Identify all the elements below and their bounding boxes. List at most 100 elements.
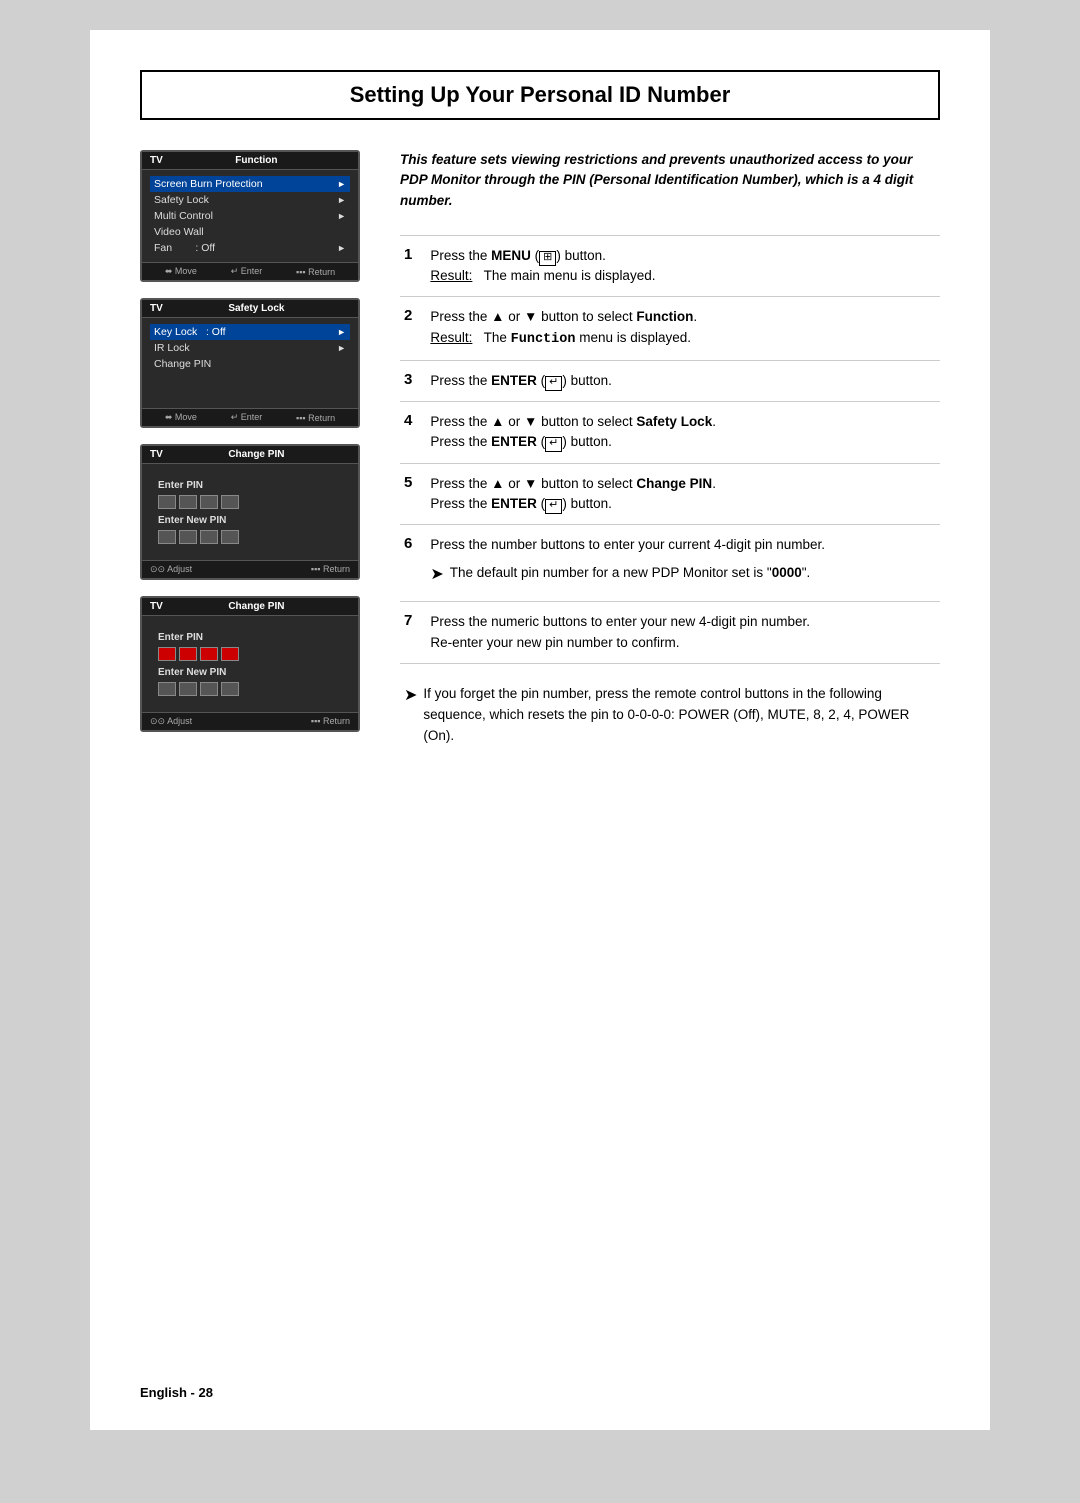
tv-screen-4: TV Change PIN Enter PIN	[140, 596, 360, 732]
tv-menu-item: Fan : Off►	[150, 240, 350, 256]
content-area: TV Function Screen Burn Protection► Safe…	[140, 150, 940, 747]
tv-screen-3: TV Change PIN Enter PIN	[140, 444, 360, 580]
pin-box	[179, 495, 197, 509]
pin-box-filled	[221, 647, 239, 661]
tv-label-2: TV	[150, 303, 163, 314]
page-title: Setting Up Your Personal ID Number	[140, 70, 940, 120]
tv-menu-item: Video Wall	[150, 224, 350, 240]
pin-box	[158, 682, 176, 696]
enter-icon: ↵	[545, 376, 562, 391]
pin-box-filled	[158, 647, 176, 661]
tv-footer-3: ⊙⊙ Adjust ▪▪▪ Return	[142, 560, 358, 578]
tv-menu-item: Key Lock : Off►	[150, 324, 350, 340]
left-panel: TV Function Screen Burn Protection► Safe…	[140, 150, 370, 747]
pin-section-new-filled: Enter New PIN	[158, 667, 342, 696]
right-panel: This feature sets viewing restrictions a…	[400, 150, 940, 747]
tv-title-4: Change PIN	[228, 601, 284, 612]
pin-label-new: Enter New PIN	[158, 515, 342, 526]
pin-box-filled	[200, 647, 218, 661]
step-row-6: 6 Press the number buttons to enter your…	[400, 525, 940, 602]
result-label-2: Result:	[430, 330, 472, 345]
pin-row-new-filled	[158, 682, 342, 696]
tv-menu-item: Screen Burn Protection►	[150, 176, 350, 192]
tv-body-1: Screen Burn Protection► Safety Lock► Mul…	[142, 170, 358, 262]
menu-icon: ⊞	[539, 251, 556, 266]
note-block-6: ➤ The default pin number for a new PDP M…	[430, 563, 934, 587]
step-content-1: Press the MENU (⊞) button. Result: The m…	[424, 235, 940, 297]
step-num-4: 4	[400, 402, 424, 464]
enter-icon-5: ↵	[545, 499, 562, 514]
pin-box	[158, 495, 176, 509]
pin-section-enter: Enter PIN	[158, 480, 342, 509]
pin-section-new: Enter New PIN	[158, 515, 342, 544]
step-num-2: 2	[400, 297, 424, 361]
result-label-1: Result:	[430, 268, 472, 283]
tv-header-3: TV Change PIN	[142, 446, 358, 464]
tv-body-4: Enter PIN Enter New PIN	[142, 616, 358, 712]
pin-box	[221, 495, 239, 509]
tv-header-4: TV Change PIN	[142, 598, 358, 616]
step-num-6: 6	[400, 525, 424, 602]
tv-footer-4: ⊙⊙ Adjust ▪▪▪ Return	[142, 712, 358, 730]
note-text-6: The default pin number for a new PDP Mon…	[450, 563, 811, 583]
tv-body-2: Key Lock : Off► IR Lock► Change PIN	[142, 318, 358, 408]
step-num-1: 1	[400, 235, 424, 297]
pin-box	[221, 682, 239, 696]
step-num-7: 7	[400, 602, 424, 664]
pin-box	[200, 495, 218, 509]
final-note-text: If you forget the pin number, press the …	[423, 684, 936, 747]
tv-body-3: Enter PIN Enter New PIN	[142, 464, 358, 560]
step-num-5: 5	[400, 463, 424, 525]
tv-title-3: Change PIN	[228, 449, 284, 460]
pin-box	[200, 530, 218, 544]
tv-menu-item: Multi Control►	[150, 208, 350, 224]
pin-box	[221, 530, 239, 544]
page-container: Setting Up Your Personal ID Number TV Fu…	[90, 30, 990, 1430]
tv-label-1: TV	[150, 155, 163, 166]
step-num-3: 3	[400, 360, 424, 401]
enter-icon-4: ↵	[545, 437, 562, 452]
pin-label-new-filled: Enter New PIN	[158, 667, 342, 678]
step-content-5: Press the ▲ or ▼ button to select Change…	[424, 463, 940, 525]
step-content-4: Press the ▲ or ▼ button to select Safety…	[424, 402, 940, 464]
tv-footer-2: ⬌ Move ↵ Enter ▪▪▪ Return	[142, 408, 358, 426]
tv-title-2: Safety Lock	[228, 303, 284, 314]
pin-box-filled	[179, 647, 197, 661]
result-line-1: Result: The main menu is displayed.	[430, 266, 934, 286]
step-content-2: Press the ▲ or ▼ button to select Functi…	[424, 297, 940, 361]
tv-screen-2: TV Safety Lock Key Lock : Off► IR Lock► …	[140, 298, 360, 428]
note-arrow-6: ➤	[430, 563, 443, 587]
step-row-7: 7 Press the numeric buttons to enter you…	[400, 602, 940, 664]
tv-label-4: TV	[150, 601, 163, 612]
step-row-4: 4 Press the ▲ or ▼ button to select Safe…	[400, 402, 940, 464]
tv-label-3: TV	[150, 449, 163, 460]
pin-row-enter-filled	[158, 647, 342, 661]
steps-table: 1 Press the MENU (⊞) button. Result: The…	[400, 235, 940, 664]
pin-label-enter-filled: Enter PIN	[158, 632, 342, 643]
pin-box	[179, 682, 197, 696]
tv-menu-item: Safety Lock►	[150, 192, 350, 208]
tv-title-1: Function	[235, 155, 277, 166]
tv-header-2: TV Safety Lock	[142, 300, 358, 318]
step-row-1: 1 Press the MENU (⊞) button. Result: The…	[400, 235, 940, 297]
final-note-arrow: ➤	[404, 684, 417, 709]
pin-section-enter-filled: Enter PIN	[158, 632, 342, 661]
pin-row-new	[158, 530, 342, 544]
pin-row-enter	[158, 495, 342, 509]
tv-header-1: TV Function	[142, 152, 358, 170]
pin-box	[200, 682, 218, 696]
step-content-6: Press the number buttons to enter your c…	[424, 525, 940, 602]
tv-footer-1: ⬌ Move ↵ Enter ▪▪▪ Return	[142, 262, 358, 280]
pin-box	[179, 530, 197, 544]
tv-menu-item: Change PIN	[150, 356, 350, 372]
tv-screen-1: TV Function Screen Burn Protection► Safe…	[140, 150, 360, 282]
result-line-2: Result: The Function menu is displayed.	[430, 328, 934, 350]
pin-box	[158, 530, 176, 544]
tv-menu-item: IR Lock►	[150, 340, 350, 356]
step-content-7: Press the numeric buttons to enter your …	[424, 602, 940, 664]
step-row-5: 5 Press the ▲ or ▼ button to select Chan…	[400, 463, 940, 525]
step-row-3: 3 Press the ENTER (↵) button.	[400, 360, 940, 401]
step-content-3: Press the ENTER (↵) button.	[424, 360, 940, 401]
intro-text: This feature sets viewing restrictions a…	[400, 150, 940, 211]
step-row-2: 2 Press the ▲ or ▼ button to select Func…	[400, 297, 940, 361]
